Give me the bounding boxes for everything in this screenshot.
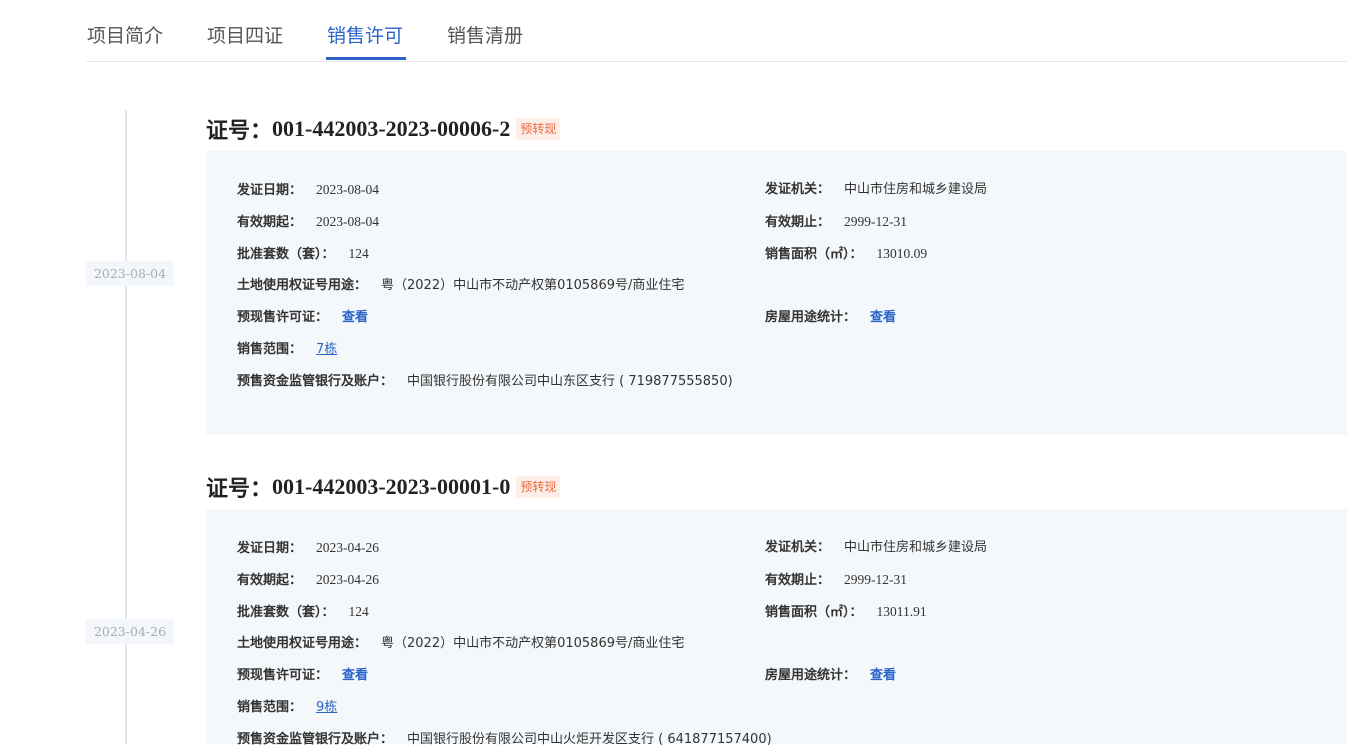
usage-stats-view-link[interactable]: 查看	[870, 310, 896, 325]
issue-date-row: 发证日期： 2023-04-26	[237, 538, 379, 559]
issue-date-value: 2023-04-26	[316, 540, 380, 555]
issuer-row: 发证机关： 中山市住房和城乡建设局	[765, 538, 987, 558]
approved-units-value: 124	[348, 246, 369, 261]
sales-area-value: 13011.91	[876, 604, 927, 619]
presale-permit-label: 预现售许可证：	[237, 668, 329, 683]
land-cert-row: 土地使用权证号用途： 粤（2022）中山市不动产权第0105869号/商业住宅	[237, 276, 684, 296]
usage-stats-row: 房屋用途统计： 查看	[765, 666, 896, 686]
cert-card: 发证日期： 2023-08-04 发证机关： 中山市住房和城乡建设局 有效期起： 20…	[206, 151, 1347, 435]
valid-to-row: 有效期止： 2999-12-31	[765, 212, 907, 233]
sales-scope-link[interactable]: 7栋	[316, 342, 337, 357]
timeline-date-badge: 2023-08-04	[86, 261, 174, 286]
sales-area-value: 13010.09	[876, 246, 928, 261]
cert-number-label: 证号：	[206, 476, 273, 502]
bank-account-label: 预售资金监管银行及账户：	[237, 374, 394, 389]
land-cert-label: 土地使用权证号用途：	[237, 636, 368, 651]
approved-units-row: 批准套数（套）： 124	[237, 244, 369, 265]
tab-sales-list[interactable]: 销售清册	[447, 22, 523, 50]
usage-stats-view-link[interactable]: 查看	[870, 668, 896, 683]
valid-to-label: 有效期止：	[765, 215, 831, 230]
cert-title: 证号： 001-442003-2023-00006-2 预转现	[206, 114, 561, 144]
issue-date-label: 发证日期：	[237, 541, 303, 556]
land-cert-value: 粤（2022）中山市不动产权第0105869号/商业住宅	[381, 278, 685, 293]
sales-scope-row: 销售范围： 7栋	[237, 340, 337, 360]
issue-date-row: 发证日期： 2023-08-04	[237, 180, 379, 201]
status-tag: 预转现	[516, 476, 561, 498]
tab-project-certificates[interactable]: 项目四证	[207, 22, 283, 50]
sales-area-label: 销售面积（㎡）：	[765, 605, 863, 620]
valid-to-label: 有效期止：	[765, 573, 831, 588]
issuer-value: 中山市住房和城乡建设局	[844, 182, 988, 197]
valid-from-row: 有效期起： 2023-08-04	[237, 212, 379, 233]
valid-from-value: 2023-08-04	[316, 214, 380, 229]
approved-units-label: 批准套数（套）：	[237, 605, 335, 620]
issuer-value: 中山市住房和城乡建设局	[844, 540, 988, 555]
presale-permit-label: 预现售许可证：	[237, 310, 329, 325]
active-tab-underline	[326, 57, 406, 60]
issue-date-value: 2023-08-04	[316, 182, 380, 197]
issuer-row: 发证机关： 中山市住房和城乡建设局	[765, 180, 987, 200]
issuer-label: 发证机关：	[765, 540, 831, 555]
sales-area-label: 销售面积（㎡）：	[765, 247, 863, 262]
bank-account-value: 中国银行股份有限公司中山东区支行 ( 719877555850)	[407, 374, 733, 389]
bank-account-label: 预售资金监管银行及账户：	[237, 732, 394, 747]
valid-from-label: 有效期起：	[237, 215, 303, 230]
sales-scope-label: 销售范围：	[237, 342, 303, 357]
issuer-label: 发证机关：	[765, 182, 831, 197]
bank-account-value: 中国银行股份有限公司中山火炬开发区支行 ( 641877157400)	[407, 732, 772, 747]
approved-units-value: 124	[348, 604, 369, 619]
status-tag: 预转现	[516, 118, 561, 140]
presale-permit-view-link[interactable]: 查看	[342, 310, 368, 325]
sales-scope-label: 销售范围：	[237, 700, 303, 715]
bank-account-row: 预售资金监管银行及账户： 中国银行股份有限公司中山东区支行 ( 719877555…	[237, 372, 733, 392]
cert-number: 001-442003-2023-00006-2	[272, 116, 511, 141]
valid-to-value: 2999-12-31	[844, 214, 908, 229]
presale-permit-row: 预现售许可证： 查看	[237, 666, 368, 686]
cert-number-label: 证号：	[206, 118, 273, 144]
valid-to-row: 有效期止： 2999-12-31	[765, 570, 907, 591]
tab-bar: 项目简介 项目四证 销售许可 销售清册	[86, 0, 1347, 62]
sales-area-row: 销售面积（㎡）： 13010.09	[765, 244, 927, 265]
cert-card: 发证日期： 2023-04-26 发证机关： 中山市住房和城乡建设局 有效期起： 20…	[206, 509, 1347, 747]
valid-from-label: 有效期起：	[237, 573, 303, 588]
usage-stats-row: 房屋用途统计： 查看	[765, 308, 896, 328]
land-cert-value: 粤（2022）中山市不动产权第0105869号/商业住宅	[381, 636, 685, 651]
land-cert-label: 土地使用权证号用途：	[237, 278, 368, 293]
sales-scope-link[interactable]: 9栋	[316, 700, 337, 715]
presale-permit-view-link[interactable]: 查看	[342, 668, 368, 683]
valid-to-value: 2999-12-31	[844, 572, 908, 587]
tab-sales-permit[interactable]: 销售许可	[327, 22, 403, 50]
timeline-date-badge: 2023-04-26	[86, 619, 174, 644]
bank-account-row: 预售资金监管银行及账户： 中国银行股份有限公司中山火炬开发区支行 ( 641877…	[237, 730, 772, 750]
valid-from-value: 2023-04-26	[316, 572, 380, 587]
approved-units-row: 批准套数（套）： 124	[237, 602, 369, 623]
land-cert-row: 土地使用权证号用途： 粤（2022）中山市不动产权第0105869号/商业住宅	[237, 634, 684, 654]
timeline-line	[125, 110, 127, 744]
sales-area-row: 销售面积（㎡）： 13011.91	[765, 602, 927, 623]
usage-stats-label: 房屋用途统计：	[765, 310, 857, 325]
issue-date-label: 发证日期：	[237, 183, 303, 198]
cert-number: 001-442003-2023-00001-0	[272, 474, 511, 499]
tab-project-intro[interactable]: 项目简介	[87, 22, 163, 50]
presale-permit-row: 预现售许可证： 查看	[237, 308, 368, 328]
valid-from-row: 有效期起： 2023-04-26	[237, 570, 379, 591]
usage-stats-label: 房屋用途统计：	[765, 668, 857, 683]
cert-title: 证号： 001-442003-2023-00001-0 预转现	[206, 472, 561, 502]
approved-units-label: 批准套数（套）：	[237, 247, 335, 262]
sales-scope-row: 销售范围： 9栋	[237, 698, 337, 718]
